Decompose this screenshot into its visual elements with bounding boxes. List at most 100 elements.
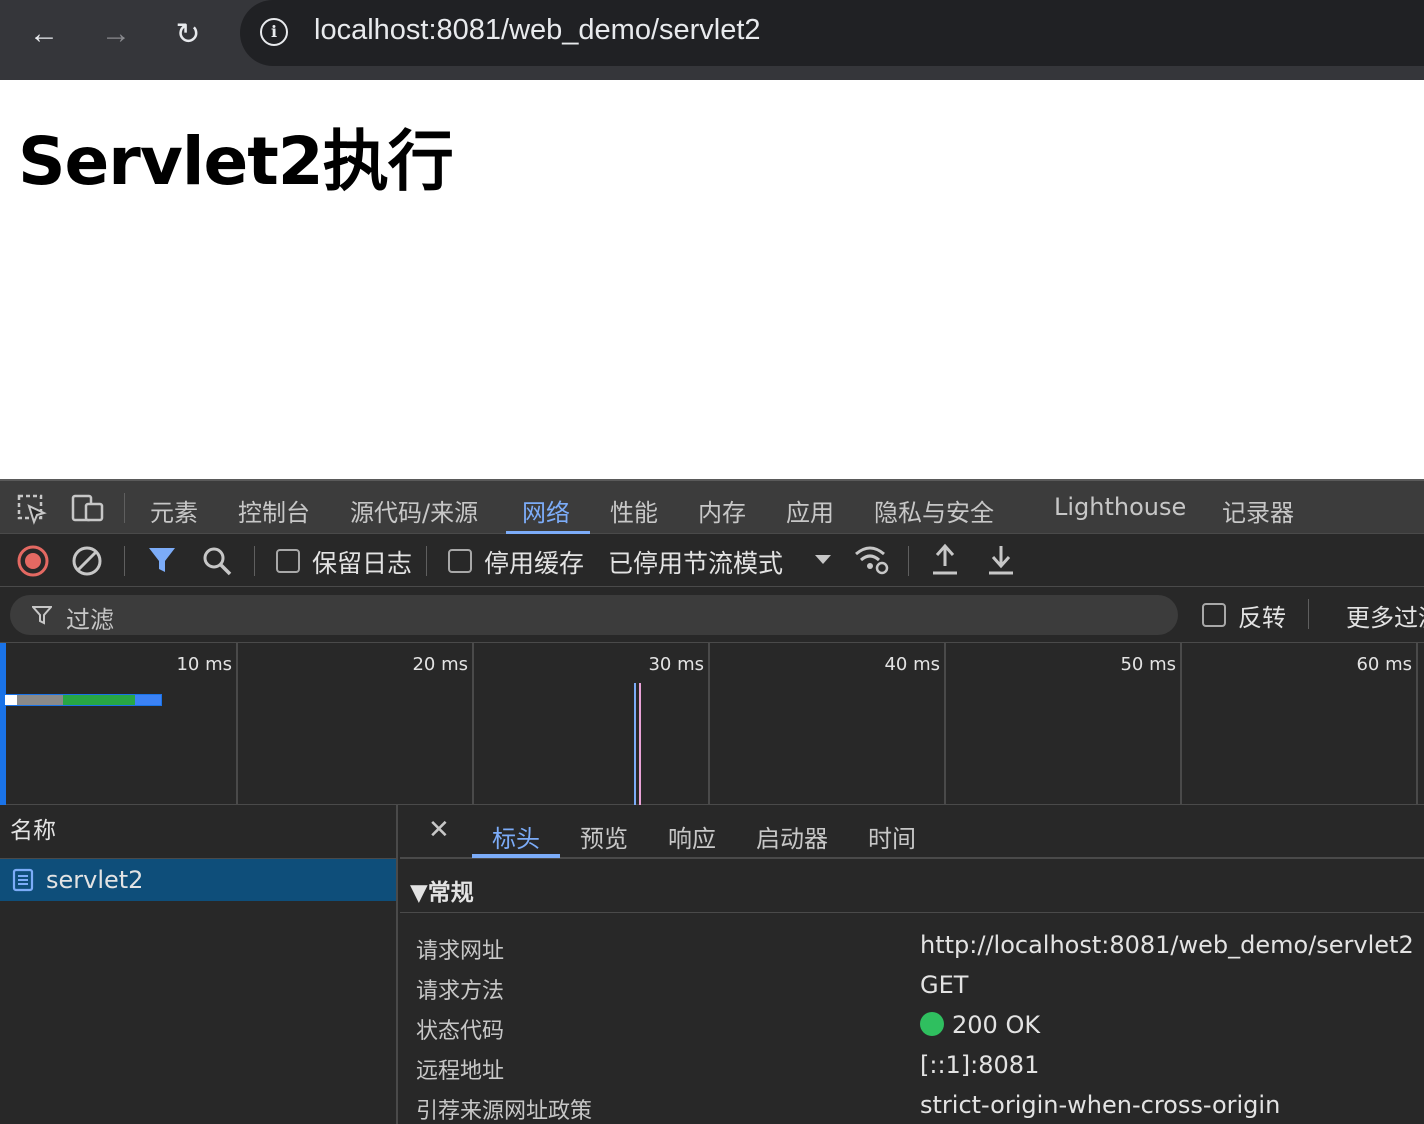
tick-label: 60 ms [1356,654,1412,675]
filter-placeholder: 过滤 [66,606,114,634]
close-icon[interactable]: ✕ [428,815,450,845]
header-key: 请求方法 [416,979,505,1004]
record-icon[interactable] [16,544,50,578]
tab-memory[interactable]: 内存 [698,493,746,528]
disable-cache-label: 停用缓存 [484,549,585,578]
forward-icon[interactable]: → [96,14,136,54]
header-value[interactable]: strict-origin-when-cross-origin [920,1091,1280,1119]
tab-network[interactable]: 网络 [522,493,570,528]
status-text: 200 OK [952,1011,1041,1039]
header-row: 远程地址 [::1]:8081 [400,1049,1424,1089]
grid-line [472,643,474,805]
preserve-log-checkbox[interactable] [276,549,300,573]
name-column-header[interactable]: 名称 [0,805,396,859]
filter-bar: 过滤 反转 更多过滤 [0,587,1424,643]
tab-response[interactable]: 响应 [668,819,716,854]
dom-content-loaded-line [634,683,636,805]
clear-icon[interactable] [70,544,104,578]
grid-line [236,643,238,805]
tab-initiator[interactable]: 启动器 [756,819,828,854]
header-value[interactable]: [::1]:8081 [920,1051,1039,1079]
divider [124,546,125,576]
header-value[interactable]: GET [920,971,968,999]
overview-selection-handle[interactable] [0,643,6,805]
header-row: 引荐来源网址政策 strict-origin-when-cross-origin [400,1089,1424,1124]
inspect-element-icon[interactable] [16,493,48,525]
header-key: 引荐来源网址政策 [416,1099,593,1124]
load-event-line [639,683,641,805]
network-conditions-icon[interactable] [852,542,892,578]
devtools-tabbar: 元素 控制台 源代码/来源 网络 性能 内存 应用 隐私与安全 Lighthou… [0,479,1424,535]
network-overview: 10 ms 20 ms 30 ms 40 ms 50 ms 60 ms [0,643,1424,805]
status-ok-icon [920,1012,944,1036]
divider [254,546,255,576]
tab-application[interactable]: 应用 [786,493,834,528]
invert-checkbox[interactable] [1202,603,1226,627]
search-icon[interactable] [200,544,234,578]
page-heading: Servlet2执行 [18,123,454,200]
request-name: servlet2 [46,866,144,894]
more-filters-button[interactable]: 更多过滤 [1346,598,1424,633]
page-content: Servlet2执行 [0,80,1424,479]
header-key: 状态代码 [416,1019,505,1044]
tab-preview[interactable]: 预览 [580,819,628,854]
general-section-title: ▼常规 [410,880,474,906]
back-icon[interactable]: ← [24,14,64,54]
tab-console[interactable]: 控制台 [238,493,310,528]
header-key: 远程地址 [416,1059,505,1084]
general-section-header[interactable]: ▼常规 [400,861,1424,913]
active-tab-indicator [472,854,560,858]
grid-line [1416,643,1418,805]
device-toolbar-icon[interactable] [70,493,106,525]
browser-toolbar: ← → ↻ i localhost:8081/web_demo/servlet2 [0,0,1424,80]
header-row: 请求方法 GET [400,969,1424,1009]
header-row: 请求网址 http://localhost:8081/web_demo/serv… [400,929,1424,969]
address-bar[interactable]: i localhost:8081/web_demo/servlet2 [240,0,1424,66]
url-text[interactable]: localhost:8081/web_demo/servlet2 [314,14,761,47]
header-value[interactable]: http://localhost:8081/web_demo/servlet2 [920,931,1414,959]
throttling-select[interactable]: 已停用节流模式 [608,544,783,580]
tab-timing[interactable]: 时间 [868,819,916,854]
request-list: 名称 servlet2 [0,805,398,1124]
request-details: ✕ 标头 预览 响应 启动器 时间 ▼常规 请求网址 http://localh… [400,805,1424,1124]
header-row: 状态代码 200 OK [400,1009,1424,1049]
network-toolbar: 保留日志 停用缓存 已停用节流模式 [0,534,1424,587]
grid-line [708,643,710,805]
filter-input[interactable]: 过滤 [10,595,1178,635]
filter-funnel-icon [32,606,52,625]
tab-sources[interactable]: 源代码/来源 [350,493,478,528]
header-key: 请求网址 [416,939,505,964]
divider [1308,599,1309,629]
divider [426,546,427,576]
tick-label: 30 ms [648,654,704,675]
tab-elements[interactable]: 元素 [150,493,198,528]
tab-recorder[interactable]: 记录器 [1222,493,1294,528]
grid-line [944,643,946,805]
preserve-log-label: 保留日志 [312,549,413,578]
site-info-icon[interactable]: i [260,18,288,46]
request-row[interactable]: servlet2 [0,859,396,901]
tab-lighthouse[interactable]: Lighthouse [1054,493,1186,521]
disable-cache-checkbox[interactable] [448,549,472,573]
divider [908,546,909,576]
divider [124,493,125,523]
filter-icon[interactable] [146,544,178,576]
tick-label: 40 ms [884,654,940,675]
devtools-panel: 元素 控制台 源代码/来源 网络 性能 内存 应用 隐私与安全 Lighthou… [0,479,1424,1124]
import-har-icon[interactable] [930,542,960,578]
tick-label: 10 ms [176,654,232,675]
tab-performance[interactable]: 性能 [610,493,658,528]
tab-privacy-security[interactable]: 隐私与安全 [874,493,994,528]
tick-label: 20 ms [412,654,468,675]
grid-line [1180,643,1182,805]
tab-headers[interactable]: 标头 [492,819,540,854]
details-tabbar: ✕ 标头 预览 响应 启动器 时间 [400,805,1424,859]
document-icon [12,868,34,892]
invert-label: 反转 [1238,604,1286,632]
reload-icon[interactable]: ↻ [168,14,208,54]
export-har-icon[interactable] [986,542,1016,578]
status-value[interactable]: 200 OK [920,1011,1040,1039]
waterfall-bar [4,694,162,706]
chevron-down-icon[interactable] [814,554,832,566]
tick-label: 50 ms [1120,654,1176,675]
